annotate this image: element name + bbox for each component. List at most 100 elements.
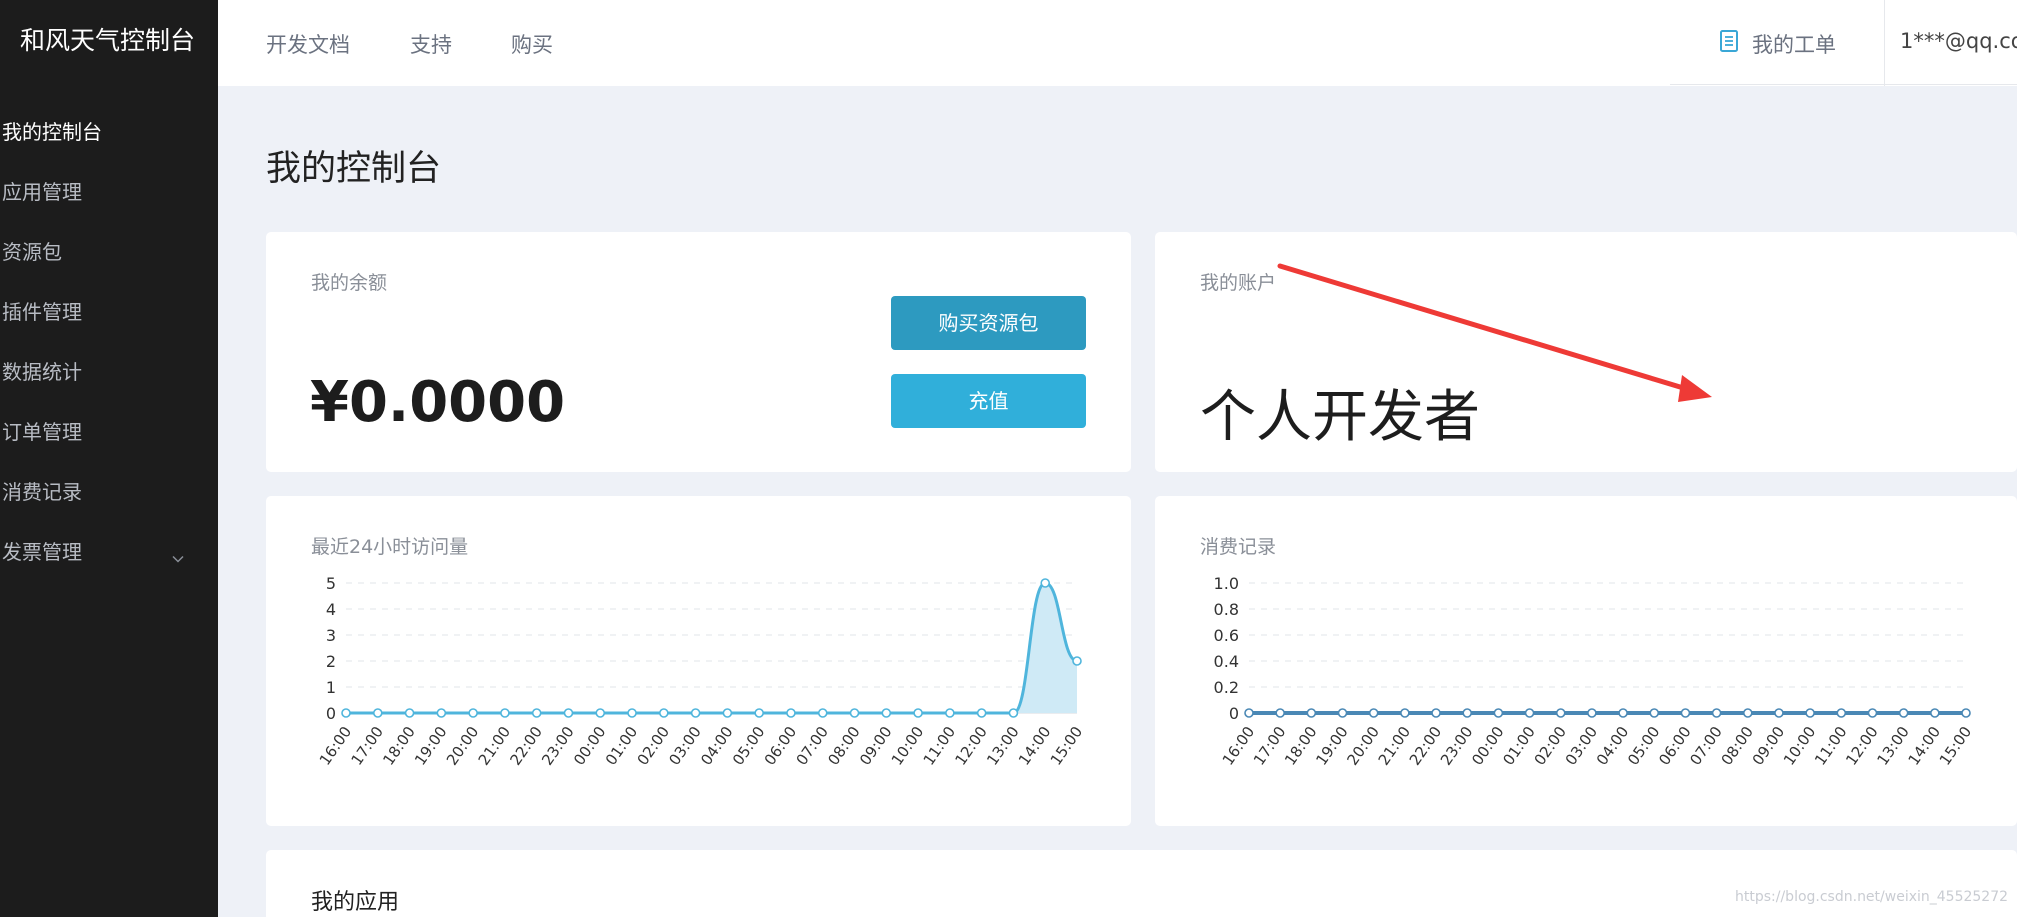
data-point[interactable] xyxy=(722,708,733,718)
sidebar-item-plugin-management[interactable]: 插件管理 xyxy=(2,292,212,332)
data-point[interactable] xyxy=(754,708,764,718)
y-tick-label: 0.4 xyxy=(1214,652,1239,671)
buy-resource-pack-button[interactable]: 购买资源包 xyxy=(891,296,1086,350)
sidebar: 和风天气控制台 我的控制台 应用管理 资源包 插件管理 数据统计 订单管理 消费… xyxy=(0,0,218,917)
data-point[interactable] xyxy=(1040,578,1051,588)
data-point[interactable] xyxy=(1008,708,1019,718)
data-point[interactable] xyxy=(881,708,892,718)
data-point[interactable] xyxy=(372,708,383,718)
data-point[interactable] xyxy=(1524,708,1535,718)
nav-link-support[interactable]: 支持 xyxy=(410,29,452,59)
sidebar-item-app-management[interactable]: 应用管理 xyxy=(2,172,212,212)
series-area xyxy=(346,583,1077,713)
x-tick-label: 11:00 xyxy=(1811,723,1851,769)
data-point[interactable] xyxy=(1431,708,1441,718)
data-point[interactable] xyxy=(1742,708,1753,718)
sidebar-item-data-statistics[interactable]: 数据统计 xyxy=(2,352,212,392)
data-point[interactable] xyxy=(1493,708,1504,718)
data-point[interactable] xyxy=(1244,708,1254,718)
data-point[interactable] xyxy=(1680,708,1691,718)
data-point[interactable] xyxy=(595,708,606,718)
data-point[interactable] xyxy=(1400,708,1410,718)
data-point[interactable] xyxy=(1368,708,1379,718)
account-label: 我的账户 xyxy=(1200,272,1277,294)
document-icon[interactable] xyxy=(1719,29,1739,53)
data-point[interactable] xyxy=(1649,708,1660,718)
y-tick-label: 4 xyxy=(326,600,336,619)
data-point[interactable] xyxy=(849,708,860,718)
data-point[interactable] xyxy=(976,708,987,718)
x-tick-label: 21:00 xyxy=(1375,723,1415,769)
data-point[interactable] xyxy=(1930,708,1940,718)
sidebar-item-order-management[interactable]: 订单管理 xyxy=(2,412,212,452)
data-point[interactable] xyxy=(1867,708,1878,718)
x-tick-label: 00:00 xyxy=(1468,723,1508,769)
data-point[interactable] xyxy=(563,708,574,718)
data-point[interactable] xyxy=(786,708,796,718)
x-tick-label: 21:00 xyxy=(475,723,515,769)
data-point[interactable] xyxy=(1961,708,1971,718)
data-point[interactable] xyxy=(468,708,478,718)
chevron-down-icon[interactable] xyxy=(172,553,184,565)
x-tick-label: 00:00 xyxy=(570,723,610,769)
sidebar-item-consumption-records[interactable]: 消费记录 xyxy=(2,472,212,512)
x-tick-label: 09:00 xyxy=(1749,723,1789,769)
x-tick-label: 08:00 xyxy=(1718,723,1758,769)
user-account-menu[interactable]: 1***@qq.co xyxy=(1900,29,2017,53)
balance-card xyxy=(266,232,1131,472)
data-point[interactable] xyxy=(1072,656,1082,666)
data-point[interactable] xyxy=(1555,708,1566,718)
data-point[interactable] xyxy=(1618,708,1628,718)
data-point[interactable] xyxy=(1306,708,1317,718)
x-tick-label: 23:00 xyxy=(538,723,578,769)
data-point[interactable] xyxy=(1805,708,1815,718)
x-tick-label: 16:00 xyxy=(316,723,356,769)
series-line xyxy=(346,581,1078,715)
data-point[interactable] xyxy=(531,708,542,718)
data-point[interactable] xyxy=(1898,708,1909,718)
data-point[interactable] xyxy=(1337,708,1348,718)
sidebar-item-resource-packs[interactable]: 资源包 xyxy=(2,232,212,272)
x-tick-label: 06:00 xyxy=(761,723,801,769)
nav-link-purchase[interactable]: 购买 xyxy=(511,29,553,59)
data-point[interactable] xyxy=(945,708,955,718)
data-point[interactable] xyxy=(1774,708,1784,718)
x-tick-label: 05:00 xyxy=(1624,723,1664,769)
x-tick-label: 03:00 xyxy=(665,723,705,769)
data-point[interactable] xyxy=(341,708,351,718)
x-tick-label: 14:00 xyxy=(1905,723,1945,769)
data-point[interactable] xyxy=(817,708,828,718)
my-tickets-link[interactable]: 我的工单 xyxy=(1752,29,1836,59)
data-point[interactable] xyxy=(659,708,669,718)
x-tick-label: 19:00 xyxy=(411,723,451,769)
x-tick-label: 01:00 xyxy=(602,723,642,769)
navbar-underline xyxy=(1670,84,2017,85)
visits-chart: 0 1 2 3 4 5 16:0017:0018:0019:0020:0021:0022:0… xyxy=(316,574,1087,769)
watermark: https://blog.csdn.net/weixin_45525272 xyxy=(1735,889,2009,905)
y-tick-label: 0 xyxy=(1229,704,1239,723)
sidebar-item-dashboard[interactable]: 我的控制台 xyxy=(2,112,212,152)
data-point[interactable] xyxy=(1587,708,1597,718)
data-point[interactable] xyxy=(1836,708,1847,718)
recharge-button[interactable]: 充值 xyxy=(891,374,1086,428)
data-point[interactable] xyxy=(1711,708,1722,718)
y-tick-label: 0 xyxy=(326,704,336,723)
sidebar-item-invoice-management[interactable]: 发票管理 xyxy=(2,532,212,572)
data-point[interactable] xyxy=(913,708,923,718)
x-tick-label: 19:00 xyxy=(1312,723,1352,769)
balance-amount: ¥0.0000 xyxy=(310,370,566,435)
data-point[interactable] xyxy=(500,708,510,718)
balance-label: 我的余额 xyxy=(311,272,388,294)
data-point[interactable] xyxy=(1462,708,1473,718)
data-point[interactable] xyxy=(1275,708,1285,718)
data-point[interactable] xyxy=(436,708,447,718)
data-point[interactable] xyxy=(627,708,637,718)
x-tick-label: 02:00 xyxy=(634,723,674,769)
data-point[interactable] xyxy=(690,708,701,718)
x-tick-label: 22:00 xyxy=(1406,723,1446,769)
data-point[interactable] xyxy=(404,708,415,718)
brand-title[interactable]: 和风天气控制台 xyxy=(20,21,195,57)
y-tick-label: 2 xyxy=(326,652,336,671)
nav-link-dev-docs[interactable]: 开发文档 xyxy=(266,29,350,59)
x-tick-label: 15:00 xyxy=(1047,723,1087,769)
